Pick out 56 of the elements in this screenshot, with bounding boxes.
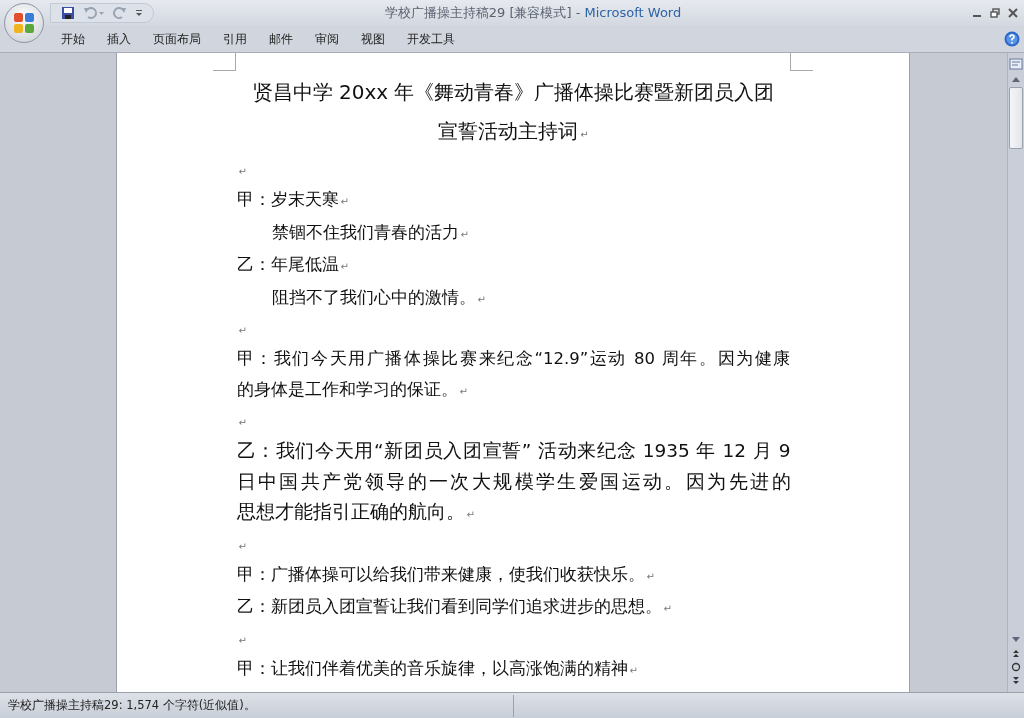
paragraph-mark: ↵ — [238, 325, 247, 336]
paragraph-mark: ↵ — [460, 228, 469, 240]
margin-corner-mark — [789, 53, 813, 71]
paragraph-mark: ↵ — [340, 196, 349, 207]
paragraph-mark: ↵ — [238, 634, 247, 646]
ribbon-tab[interactable]: 页面布局 — [142, 27, 212, 51]
paragraph-line: 禁锢不住我们青春的活力 — [271, 222, 459, 242]
paragraph-line: 乙：年尾低温 — [236, 255, 339, 274]
paragraph-line: 甲：岁末天寒 — [236, 190, 339, 209]
scroll-thumb[interactable] — [1009, 87, 1023, 149]
ribbon-tab[interactable]: 引用 — [212, 27, 258, 51]
ribbon-tab[interactable]: 视图 — [350, 27, 396, 51]
window-title: 学校广播操主持稿29 [兼容模式] - Microsoft Word — [383, 4, 683, 22]
paragraph-line: 的身体是工作和学习的保证。 — [236, 379, 458, 399]
close-icon[interactable] — [1008, 8, 1018, 18]
ribbon-tab[interactable]: 开始 — [50, 27, 96, 51]
paragraph-line: 甲：我们今天用广播体操比赛来纪念“12.9”运动 80 周年。因为健康 — [236, 349, 791, 368]
ribbon-tab[interactable]: 审阅 — [304, 27, 350, 51]
paragraph-line: 宣誓活动主持词 — [438, 119, 579, 143]
paragraph-mark: ↵ — [646, 570, 655, 582]
paragraph-mark: ↵ — [340, 261, 349, 272]
office-button[interactable] — [4, 3, 44, 43]
paragraph-mark: ↵ — [663, 603, 672, 614]
help-icon[interactable] — [1004, 31, 1020, 47]
ribbon-tab[interactable]: 插入 — [96, 27, 142, 51]
paragraph-mark: ↵ — [629, 664, 638, 676]
browse-object-icon[interactable] — [1011, 662, 1021, 672]
status-text: 学校广播操主持稿29: 1,574 个字符(近似值)。 — [7, 698, 257, 713]
paragraph-mark: ↵ — [477, 293, 486, 305]
next-page-icon[interactable] — [1011, 676, 1021, 686]
paragraph-mark: ↵ — [238, 540, 247, 552]
paragraph-mark: ↵ — [466, 509, 475, 520]
paragraph-line: 乙：新团员入团宣誓让我们看到同学们追求进步的思想。 — [236, 597, 662, 616]
paragraph-line: 日中国共产党领导的一次大规模学生爱国运动。因为先进的 — [236, 470, 791, 492]
restore-icon[interactable] — [990, 8, 1000, 18]
paragraph-line: 甲：广播体操可以给我们带来健康，使我们收获快乐。 — [236, 564, 645, 584]
paragraph-line: 甲：让我们伴着优美的音乐旋律，以高涨饱满的精神 — [236, 658, 628, 678]
customize-toolbar-icon[interactable] — [135, 9, 143, 17]
paragraph-line: 阻挡不了我们心中的激情。 — [271, 287, 476, 307]
scroll-up-icon[interactable] — [1011, 75, 1021, 83]
margin-corner-mark — [212, 53, 236, 71]
scroll-down-icon[interactable] — [1011, 636, 1021, 644]
paragraph-mark: ↵ — [580, 129, 589, 140]
paragraph-line: 思想才能指引正确的航向。 — [236, 501, 465, 522]
paragraph-mark: ↵ — [459, 385, 468, 397]
paragraph-line: 贤昌中学 20xx 年《舞动青春》广播体操比赛暨新团员入团 — [252, 80, 775, 104]
previous-page-icon[interactable] — [1011, 648, 1021, 658]
vertical-scrollbar[interactable] — [1007, 53, 1024, 692]
ribbon-tab[interactable]: 开发工具 — [396, 27, 466, 51]
paragraph-mark: ↵ — [238, 417, 247, 428]
paragraph-line: 乙：我们今天用“新团员入团宣誓” 活动来纪念 1935 年 12 月 9 — [236, 440, 791, 461]
paragraph-mark: ↵ — [238, 166, 247, 177]
save-icon[interactable] — [61, 6, 75, 20]
office-logo-icon — [12, 11, 36, 35]
ribbon-tab[interactable]: 邮件 — [258, 27, 304, 51]
ruler-toggle-icon[interactable] — [1009, 57, 1023, 71]
